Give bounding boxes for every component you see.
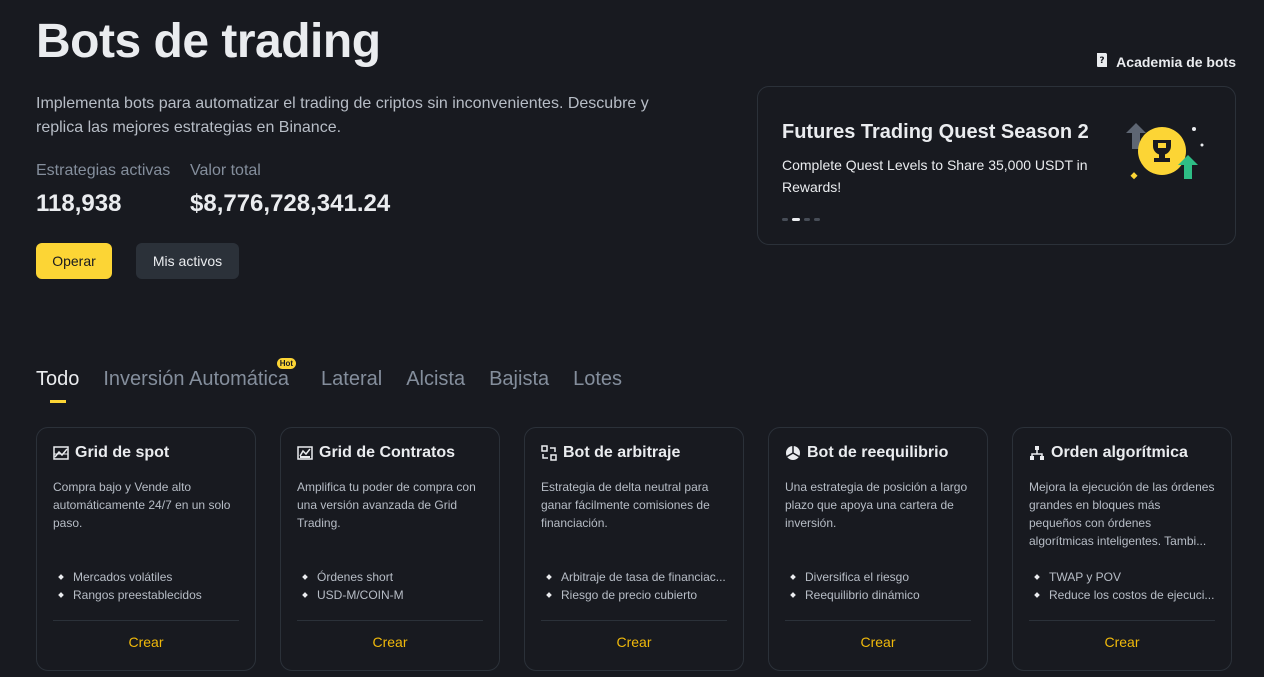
feature-item: Órdenes short [297,568,483,586]
tab-bajista[interactable]: Bajista [489,368,549,391]
card-features: Diversifica el riesgo Reequilibrio dinám… [785,568,971,604]
create-button[interactable]: Crear [37,634,255,650]
arbitrage-icon [541,445,557,461]
card-title: Grid de spot [75,444,170,461]
stat-value: 118,938 [36,190,122,217]
card-title: Bot de reequilibrio [807,444,949,461]
tab-todo[interactable]: Todo [36,368,79,403]
stat-label: Estrategias activas [36,162,171,179]
strategy-tabs: Todo Inversión Automática Hot Lateral Al… [36,358,622,403]
card-features: Mercados volátiles Rangos preestablecido… [53,568,239,604]
feature-item: USD-M/COIN-M [297,586,483,604]
bot-card-algo-order[interactable]: Orden algorítmica Mejora la ejecución de… [1012,427,1232,671]
bot-academy-label: Academia de bots [1116,53,1236,70]
tab-lateral[interactable]: Lateral [321,368,382,391]
create-button[interactable]: Crear [1013,634,1231,650]
feature-item: Mercados volátiles [53,568,239,586]
card-description: Amplifica tu poder de compra con una ver… [297,480,476,530]
feature-item: Rangos preestablecidos [53,586,239,604]
card-features: Órdenes short USD-M/COIN-M [297,568,483,604]
card-title: Grid de Contratos [319,444,456,461]
create-button[interactable]: Crear [525,634,743,650]
bot-cards: Grid de spot Compra bajo y Vende alto au… [36,427,1232,671]
feature-item: Riesgo de precio cubierto [541,586,727,604]
carousel-dot[interactable] [782,218,788,221]
carousel-dot[interactable] [814,218,820,221]
card-description: Estrategia de delta neutral para ganar f… [541,480,710,530]
feature-item: Reduce los costos de ejecuci... [1029,586,1215,604]
algorithm-icon [1029,445,1045,461]
tab-label: Inversión Automática [103,368,290,390]
promo-title: Futures Trading Quest Season 2 [782,121,1089,143]
my-assets-button[interactable]: Mis activos [136,243,239,279]
divider [785,620,971,621]
card-description: Compra bajo y Vende alto automáticamente… [53,480,231,530]
stat-active-strategies: Estrategias activas 118,938 [36,162,170,218]
grid-chart-icon [53,445,69,461]
divider [541,620,727,621]
hot-badge: Hot [276,358,297,369]
carousel-dot[interactable] [804,218,810,221]
stat-label: Valor total [190,162,261,179]
card-features: TWAP y POV Reduce los costos de ejecuci.… [1029,568,1215,604]
contract-grid-icon [297,445,313,461]
create-button[interactable]: Crear [281,634,499,650]
feature-item: Diversifica el riesgo [785,568,971,586]
divider [1029,620,1215,621]
bot-card-arbitrage[interactable]: Bot de arbitraje Estrategia de delta neu… [524,427,744,671]
bot-card-futures-grid[interactable]: Grid de Contratos Amplifica tu poder de … [280,427,500,671]
card-features: Arbitraje de tasa de financiac... Riesgo… [541,568,727,604]
create-button[interactable]: Crear [769,634,987,650]
tab-alcista[interactable]: Alcista [406,368,465,391]
tab-auto-invest[interactable]: Inversión Automática Hot [103,358,297,391]
card-title: Bot de arbitraje [563,444,681,461]
stat-value: $8,776,728,341.24 [190,190,391,217]
tab-lotes[interactable]: Lotes [573,368,622,391]
card-description: Mejora la ejecución de las órdenes grand… [1029,480,1215,548]
trophy-icon [1126,123,1204,180]
bot-card-rebalancing[interactable]: Bot de reequilibrio Una estrategia de po… [768,427,988,671]
promo-subtitle: Complete Quest Levels to Share 35,000 US… [782,157,1088,195]
feature-item: TWAP y POV [1029,568,1215,586]
pie-chart-icon [785,445,801,461]
card-title: Orden algorítmica [1051,444,1188,461]
svg-text:?: ? [1100,56,1105,66]
stat-total-value: Valor total $8,776,728,341.24 [190,162,390,218]
feature-item: Reequilibrio dinámico [785,586,971,604]
card-description: Una estrategia de posición a largo plazo… [785,480,968,530]
carousel-indicators[interactable] [782,218,820,221]
book-icon: ? [1094,52,1110,71]
feature-item: Arbitraje de tasa de financiac... [541,568,727,586]
divider [297,620,483,621]
bot-academy-link[interactable]: ? Academia de bots [1094,52,1236,71]
trade-button[interactable]: Operar [36,243,112,279]
divider [53,620,239,621]
carousel-dot-active[interactable] [792,218,800,221]
page-title: Bots de trading [36,15,381,68]
page-description: Implementa bots para automatizar el trad… [36,95,649,136]
promo-banner[interactable]: Futures Trading Quest Season 2 Complete … [757,86,1236,245]
bot-card-spot-grid[interactable]: Grid de spot Compra bajo y Vende alto au… [36,427,256,671]
